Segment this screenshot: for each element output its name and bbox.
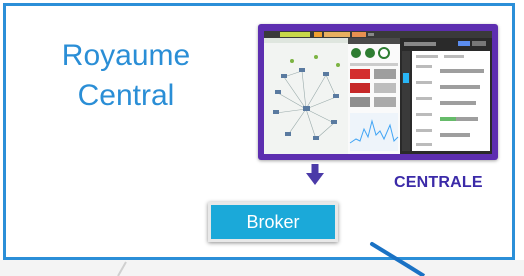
connector-line-right-tail <box>406 264 426 276</box>
connector-lines <box>117 242 426 276</box>
connector-line-right <box>370 242 410 268</box>
connector-line-left <box>117 261 127 276</box>
